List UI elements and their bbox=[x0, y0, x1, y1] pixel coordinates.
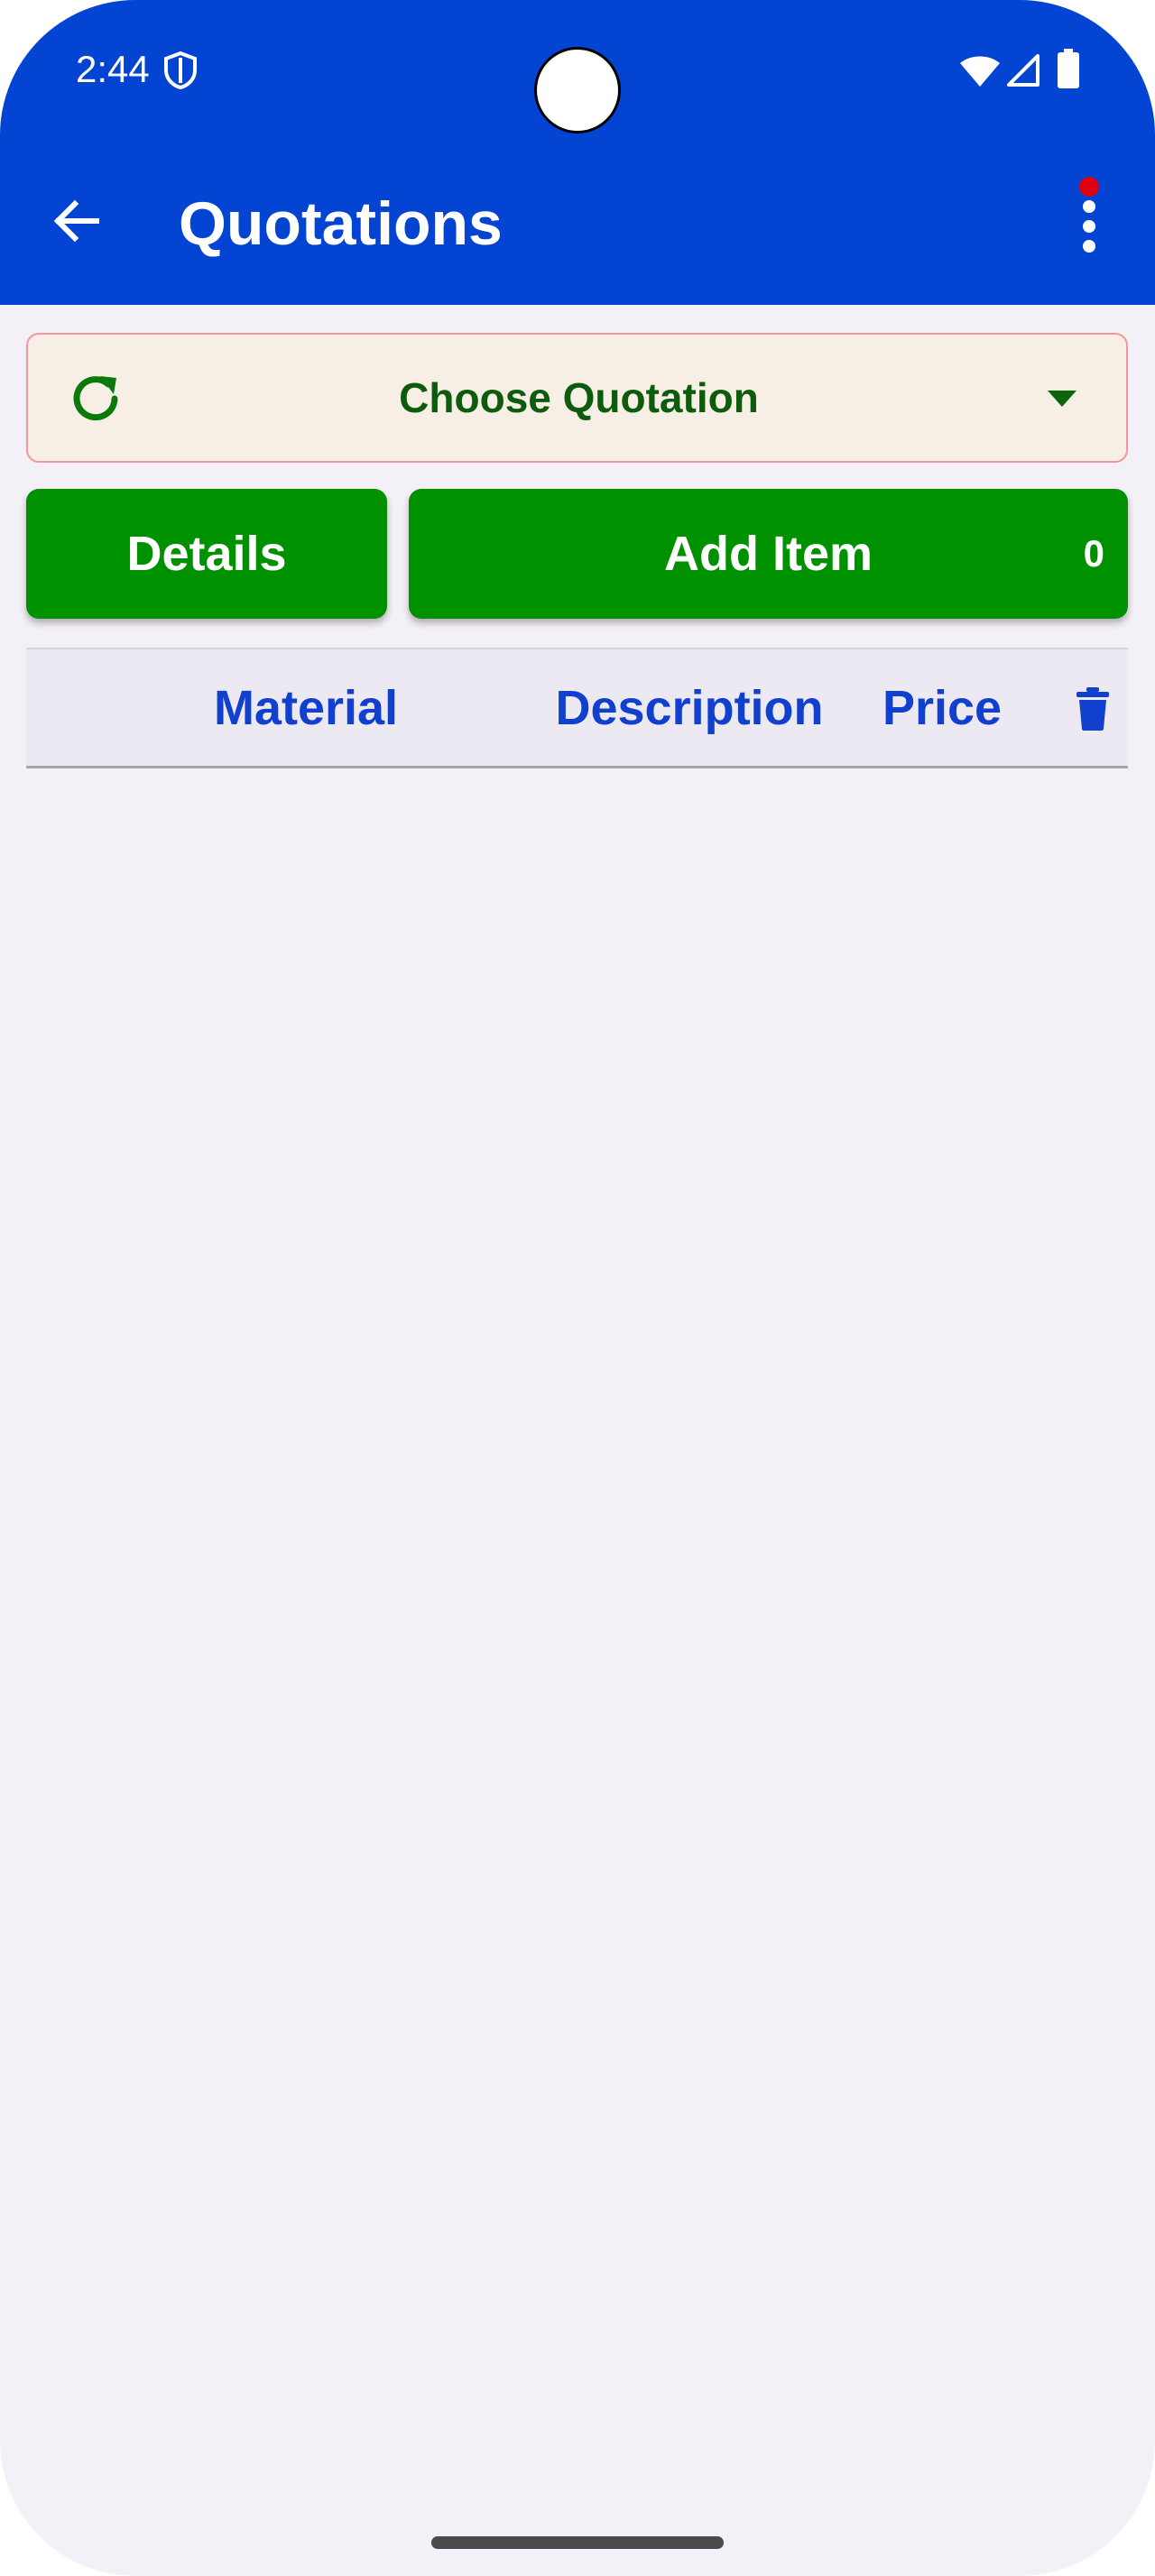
trash-icon[interactable] bbox=[1075, 687, 1111, 731]
add-item-button-label: Add Item bbox=[663, 527, 873, 581]
add-item-button[interactable]: Add Item 0 bbox=[409, 489, 1128, 619]
column-header-material: Material bbox=[213, 681, 399, 735]
column-header-description: Description bbox=[555, 681, 824, 735]
column-header-price: Price bbox=[882, 681, 1003, 735]
item-count-badge: 0 bbox=[1083, 532, 1104, 575]
app-bar: 2:44 Quotations bbox=[0, 0, 1155, 305]
more-vertical-icon-dot bbox=[1083, 220, 1095, 233]
more-vertical-icon-dot bbox=[1083, 200, 1095, 213]
gesture-navigation-bar[interactable] bbox=[431, 2536, 724, 2549]
back-button[interactable] bbox=[45, 189, 108, 253]
status-time: 2:44 bbox=[76, 48, 150, 90]
more-vertical-icon-dot bbox=[1083, 240, 1095, 253]
notification-dot bbox=[1079, 177, 1099, 197]
wifi-icon bbox=[960, 56, 1000, 87]
quotation-selector-label: Choose Quotation bbox=[399, 374, 759, 421]
signal-icon bbox=[1007, 54, 1040, 87]
shield-icon bbox=[164, 51, 197, 90]
camera-cutout bbox=[534, 47, 621, 133]
caret-down-icon bbox=[1048, 391, 1076, 407]
details-button[interactable]: Details bbox=[26, 489, 387, 619]
phone-screen: 2:44 Quotations Choose Quotation Details… bbox=[0, 0, 1155, 2576]
arrow-left-icon bbox=[53, 199, 99, 243]
page-title: Quotations bbox=[179, 189, 503, 258]
quotation-selector[interactable]: Choose Quotation bbox=[26, 333, 1128, 463]
details-button-label: Details bbox=[126, 527, 287, 581]
battery-icon bbox=[1058, 49, 1079, 88]
table-header: Material Description Price bbox=[26, 648, 1128, 768]
